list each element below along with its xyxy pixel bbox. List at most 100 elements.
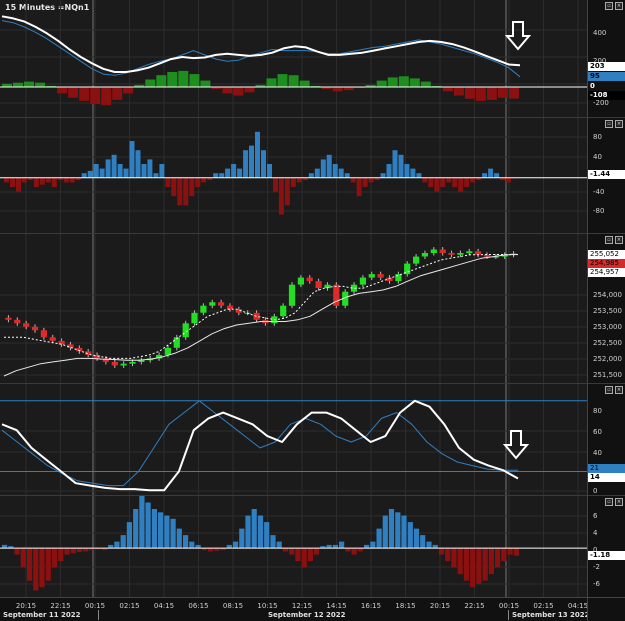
time-tick-label: 08:15 [222,602,244,610]
histogram-bar [120,535,126,549]
histogram-bar [70,548,76,554]
histogram-bar [457,548,463,575]
down-arrow-icon [504,21,532,51]
histogram-bar [251,509,257,549]
histogram-bar [237,168,243,178]
candle-body [377,274,384,278]
panel-controls: ▫ × [605,2,623,10]
histogram-bar [296,177,302,183]
candle-body [280,305,287,317]
stochastic-panel[interactable] [0,384,587,496]
histogram-bar [139,496,145,549]
close-icon[interactable]: × [615,120,623,128]
candle-body [466,251,473,254]
tick-label: -40 [593,188,605,196]
candle-body [413,256,420,264]
histogram-bar [167,72,178,87]
histogram-bar [404,164,410,178]
histogram-bar [356,177,362,197]
time-axis[interactable]: September 11 2022 September 12 2022 Sept… [0,597,590,621]
candle-body [40,330,47,338]
restore-icon[interactable]: ▫ [605,386,613,394]
close-icon[interactable]: × [615,236,623,244]
close-icon[interactable]: × [615,386,623,394]
histogram-bar [141,164,147,178]
histogram-bar [183,535,189,549]
restore-icon[interactable]: ▫ [605,120,613,128]
date-separator [508,610,509,620]
candle-body [218,302,225,306]
histogram-panel-5[interactable] [0,496,587,598]
histogram-bar [183,177,189,206]
candle-body [421,253,428,257]
candle-body [23,323,30,327]
histogram-bar [332,87,343,92]
candle-body [14,319,21,324]
histogram-bar [288,75,299,87]
price-axis: ▫ × 255,052 254,985 254,957 254,000 253,5… [587,234,625,384]
candle-body [475,251,482,255]
histogram-bar [351,548,357,555]
restore-icon[interactable]: ▫ [605,2,613,10]
histogram-bar [64,548,70,555]
histogram-bar [158,512,164,549]
histogram-bar [126,522,132,549]
histogram-bar [339,541,345,549]
histogram-bar [57,87,68,94]
close-icon[interactable]: × [615,498,623,506]
histogram-panel-2[interactable] [0,118,587,234]
panel-controls: ▫ × [605,236,623,244]
time-tick-label: 02:15 [119,602,140,610]
histogram-bar [299,80,310,87]
macd-plot [0,0,587,117]
histogram-bar [105,159,111,178]
tick-label: 80 [593,133,602,141]
price-panel[interactable] [0,234,587,384]
candle-body [359,277,366,285]
value-tag-zero: 0 [588,82,625,91]
tick-label: 80 [593,407,602,415]
tick-label: 254,000 [593,291,622,299]
histogram-bar [482,173,488,178]
stochastic-plot [0,384,587,495]
histogram-bar [87,170,93,178]
value-tag-hist: -108 [588,91,625,100]
stoch-white-line [1,399,519,492]
candle-body [164,347,171,355]
histogram-bar [475,87,486,101]
time-tick-label: 06:15 [188,602,209,610]
histogram-bar [451,548,457,568]
close-icon[interactable]: × [615,2,623,10]
histogram-bar [278,177,284,215]
histogram-bar [243,150,249,178]
histogram-bar [13,82,23,87]
tick-label: -200 [593,99,609,107]
date-label: September 11 2022 [3,611,81,619]
value-tag-high: 255,052 [588,250,625,259]
histogram-bar [69,177,75,183]
macd-panel[interactable]: 15 Minutes =NQn1 [0,0,587,118]
restore-icon[interactable]: ▫ [605,498,613,506]
time-tick-label: 16:15 [360,602,382,610]
restore-icon[interactable]: ▫ [605,236,613,244]
time-tick-label: 04:15 [153,602,175,610]
histogram-bar [464,177,470,187]
histogram-bar [133,509,139,549]
axis-corner [587,597,625,621]
histogram-bar [16,177,21,192]
histogram-plot-5 [0,496,587,597]
histogram-bar [501,548,507,562]
macd-blue-line [1,20,521,78]
candle-body [209,302,216,306]
histogram-bar [387,77,398,87]
histogram-bar [135,150,141,178]
tick-label: 252,000 [593,355,622,363]
histogram-bar [301,548,307,568]
time-tick-label: 04:15 [567,602,589,610]
histogram-bar [189,74,200,87]
stoch-blue-line [1,400,518,487]
histogram-bar [45,177,51,183]
time-tick-label: 00:15 [84,602,106,610]
tick-label: -6 [593,580,600,588]
tick-label: 253,000 [593,323,622,331]
